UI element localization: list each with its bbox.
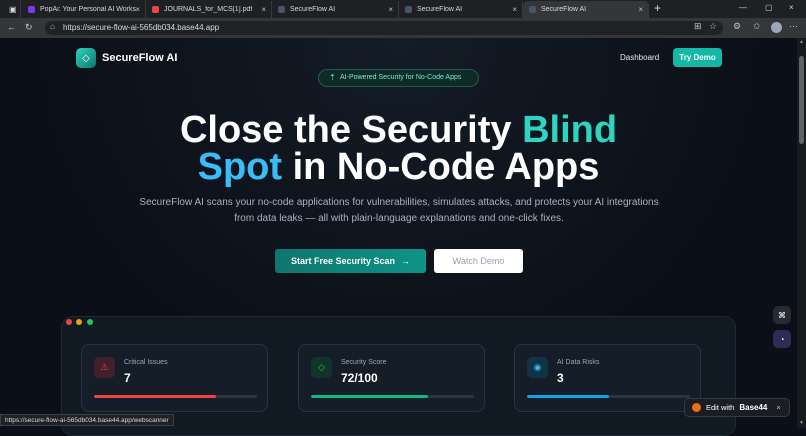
close-tab-icon[interactable]: × xyxy=(638,5,643,14)
window-dot-red xyxy=(66,319,72,325)
profile-avatar[interactable] xyxy=(771,22,782,33)
scroll-up-icon[interactable]: ▲ xyxy=(799,39,804,45)
new-tab-button[interactable]: + xyxy=(654,1,661,15)
favorites-icon[interactable]: ✩ xyxy=(753,21,761,32)
tab-secureflow-2[interactable]: SecureFlow AI × xyxy=(399,1,523,18)
close-tab-icon[interactable]: × xyxy=(135,5,140,14)
pdf-favicon-icon xyxy=(152,6,159,13)
tab-strip: ▣ PopAi: Your Personal AI Workspace× JOU… xyxy=(0,0,806,18)
tab-secureflow-active[interactable]: SecureFlow AI × xyxy=(523,1,649,18)
brand-name[interactable]: SecureFlow AI xyxy=(102,52,177,64)
close-tab-icon[interactable]: × xyxy=(512,5,517,14)
ai-security-badge: ⇡ AI-Powered Security for No-Code Apps xyxy=(318,69,479,87)
database-icon: ◉ xyxy=(527,357,548,378)
ai-data-risks-card: ◉ AI Data Risks 3 xyxy=(514,344,701,412)
apps-icon[interactable]: ⊞ xyxy=(694,21,702,32)
back-icon[interactable]: ← xyxy=(7,22,16,32)
critical-issues-fill xyxy=(94,395,217,398)
tab-actions[interactable]: ▣ xyxy=(3,1,21,18)
security-score-card: ◇ Security Score 72/100 xyxy=(298,344,485,412)
shield-icon: ◇ xyxy=(311,357,332,378)
watch-demo-button[interactable]: Watch Demo xyxy=(434,249,523,273)
secureflow-favicon-icon xyxy=(278,6,285,13)
security-score-fill xyxy=(311,395,429,398)
secureflow-logo-icon[interactable]: ◇ xyxy=(76,48,96,68)
window-dot-yellow xyxy=(76,319,82,325)
security-score-bar xyxy=(311,395,474,398)
secureflow-favicon-icon xyxy=(529,6,536,13)
edit-with-base44-badge[interactable]: Edit with Base44 × xyxy=(684,398,790,417)
popai-favicon-icon xyxy=(28,6,35,13)
base44-logo-icon xyxy=(692,403,701,412)
window-dot-green xyxy=(87,319,93,325)
sparkle-icon: ⇡ xyxy=(329,73,336,82)
warning-icon: ⚠ xyxy=(94,357,115,378)
tab-list-icon: ▣ xyxy=(9,5,17,14)
menu-icon[interactable]: ⋯ xyxy=(789,21,798,32)
chat-assistant-button[interactable]: ◔ xyxy=(773,330,791,348)
minimize-button[interactable]: — xyxy=(739,3,747,12)
chat-bot-icon: ◔ xyxy=(779,334,785,344)
critical-issues-card: ⚠ Critical Issues 7 xyxy=(81,344,268,412)
close-tab-icon[interactable]: × xyxy=(261,5,266,14)
address-bar: ← ↻ ⌂ https://secure-flow-ai-565db034.ba… xyxy=(0,18,806,38)
try-demo-button[interactable]: Try Demo xyxy=(673,48,722,67)
critical-issues-bar xyxy=(94,395,257,398)
scrollbar-thumb[interactable] xyxy=(799,56,804,144)
site-info-icon[interactable]: ⌂ xyxy=(50,22,55,31)
maximize-button[interactable]: ▢ xyxy=(765,3,773,12)
hero-subtitle: SecureFlow AI scans your no-code applica… xyxy=(139,197,659,224)
ai-data-risks-bar xyxy=(527,395,690,398)
hero-title-line-2: Spot in No-Code Apps xyxy=(197,146,600,188)
close-icon[interactable]: × xyxy=(776,403,780,412)
close-tab-icon[interactable]: × xyxy=(388,5,393,14)
start-free-scan-button[interactable]: Start Free Security Scan → xyxy=(275,249,426,273)
bookmark-star-icon[interactable]: ☆ xyxy=(709,21,717,32)
tab-popai[interactable]: PopAi: Your Personal AI Workspace× xyxy=(22,1,146,18)
scroll-down-icon[interactable]: ▼ xyxy=(799,420,804,426)
browser-chrome: ▣ PopAi: Your Personal AI Workspace× JOU… xyxy=(0,0,806,38)
close-window-button[interactable]: × xyxy=(789,3,794,12)
page-scrollbar[interactable]: ▲ ▼ xyxy=(797,38,806,428)
webpage: ◇ SecureFlow AI Dashboard Try Demo ⇡ AI-… xyxy=(0,38,797,436)
tab-secureflow-1[interactable]: SecureFlow AI × xyxy=(272,1,399,18)
grid-widget-button[interactable]: ⌘ xyxy=(773,306,791,324)
shield-icon: ◇ xyxy=(82,52,90,64)
extensions-icon[interactable]: ⚙ xyxy=(733,21,741,32)
tab-journals-pdf[interactable]: JOURNALS_for_MCS[1].pdf × xyxy=(146,1,272,18)
url-field[interactable]: ⌂ https://secure-flow-ai-565db034.base44… xyxy=(45,21,723,35)
secureflow-favicon-icon xyxy=(405,6,412,13)
grid-icon: ⌘ xyxy=(778,310,786,320)
ai-data-risks-fill xyxy=(527,395,609,398)
status-bar-url: https://secure-flow-ai-565db034.base44.a… xyxy=(0,414,174,426)
reload-icon[interactable]: ↻ xyxy=(25,22,33,33)
dashboard-link[interactable]: Dashboard xyxy=(620,53,659,62)
arrow-right-icon: → xyxy=(401,256,411,266)
